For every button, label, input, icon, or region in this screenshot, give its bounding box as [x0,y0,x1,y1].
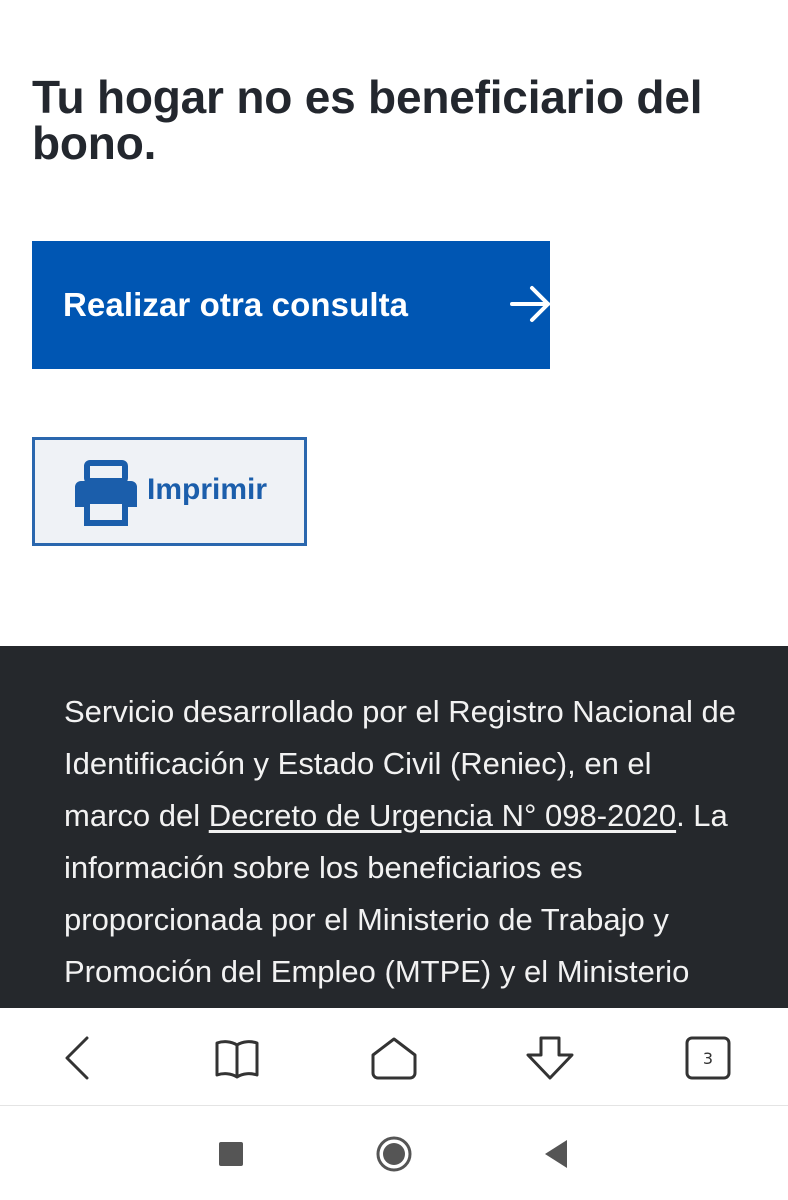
download-icon[interactable] [522,1034,578,1082]
footer-text: Servicio desarrollado por el Registro Na… [64,686,744,998]
recents-icon[interactable] [211,1134,251,1174]
decree-link[interactable]: Decreto de Urgencia N° 098-2020 [209,798,676,833]
tabs-icon[interactable]: 3 [680,1034,736,1082]
arrow-right-icon [510,286,550,322]
home-circle-icon[interactable] [374,1134,414,1174]
print-button-label: Imprimir [147,473,268,506]
browser-toolbar: 3 [0,1008,788,1106]
back-icon[interactable] [50,1034,106,1082]
system-nav-bar [0,1106,788,1200]
print-button[interactable]: Imprimir [32,437,307,546]
new-query-button[interactable]: Realizar otra consulta [32,241,550,369]
bookmarks-icon[interactable] [209,1034,265,1082]
printer-icon [75,460,137,526]
page-title: Tu hogar no es beneficiario del bono. [32,71,703,169]
new-query-button-label: Realizar otra consulta [63,286,409,323]
footer: Servicio desarrollado por el Registro Na… [0,646,788,1016]
home-icon[interactable] [366,1034,422,1082]
tab-count: 3 [702,1048,714,1068]
back-triangle-icon[interactable] [536,1134,576,1174]
